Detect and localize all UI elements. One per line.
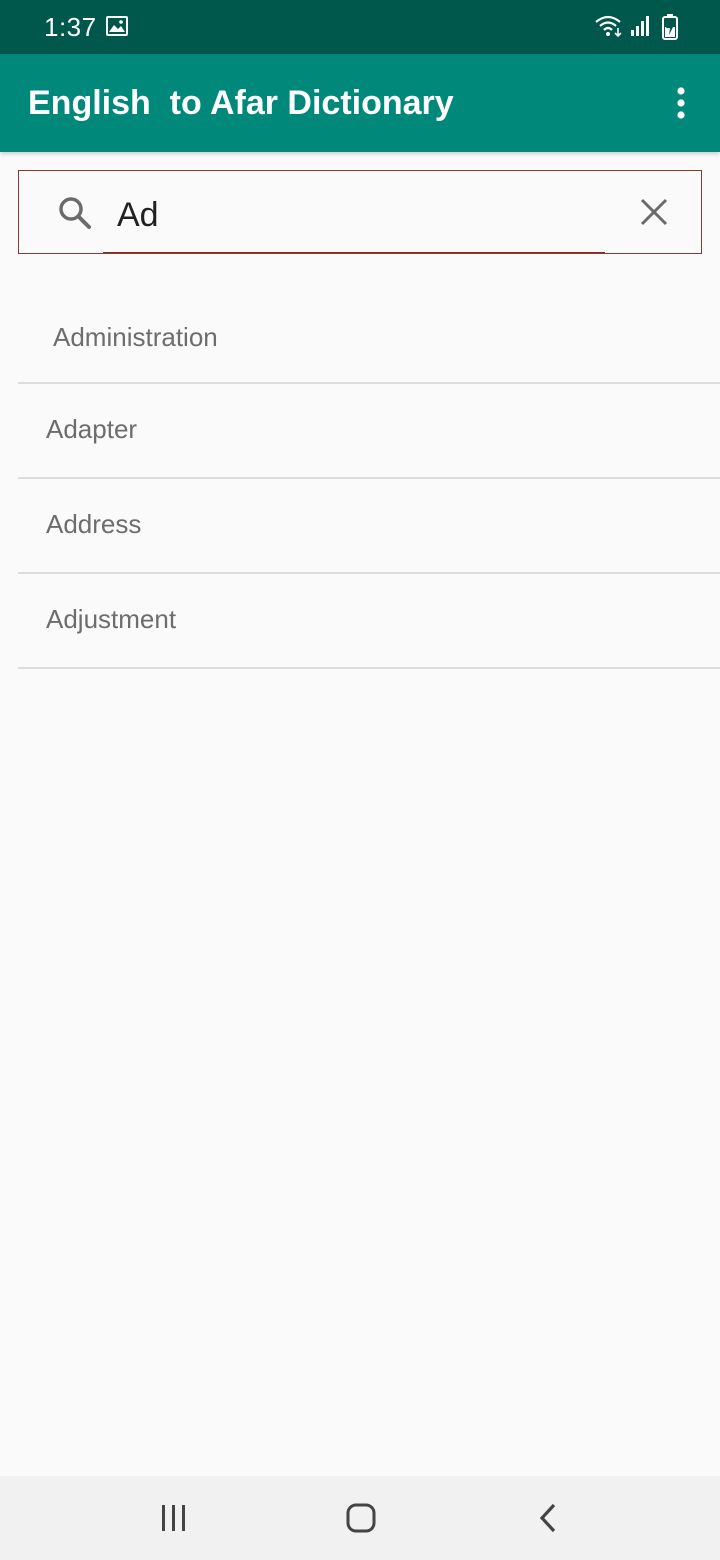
close-icon[interactable] (629, 187, 679, 237)
list-item-label: Administration (53, 322, 218, 352)
list-item[interactable]: Adapter (18, 384, 720, 479)
home-icon[interactable] (333, 1494, 389, 1542)
battery-charging-icon (662, 14, 678, 45)
wifi-icon (594, 14, 624, 43)
search-input[interactable] (103, 179, 605, 253)
list-item-label: Adapter (46, 414, 138, 444)
list-item-label: Address (46, 509, 142, 539)
signal-icon (630, 15, 652, 42)
list-item[interactable]: Address (18, 479, 720, 574)
app-title: English to Afar Dictionary (28, 84, 454, 122)
back-icon[interactable] (520, 1494, 576, 1542)
status-bar: 1:37 (0, 0, 720, 54)
more-vert-icon[interactable] (656, 78, 706, 128)
results-list: Administration Adapter Address Adjustmen… (18, 290, 720, 669)
navigation-bar (0, 1476, 720, 1560)
status-time: 1:37 (44, 12, 97, 42)
list-item-label: Adjustment (46, 604, 177, 634)
recent-apps-icon[interactable] (146, 1494, 202, 1542)
screen: 1:37 English to Afar Dictionary Ad Admin… (0, 0, 720, 1560)
gallery-icon (106, 16, 128, 41)
list-item[interactable]: Adjustment (18, 574, 720, 669)
app-bar: English to Afar Dictionary (0, 54, 720, 152)
search-icon (55, 193, 95, 233)
list-item[interactable]: Administration (18, 290, 720, 384)
search-box (18, 170, 702, 254)
